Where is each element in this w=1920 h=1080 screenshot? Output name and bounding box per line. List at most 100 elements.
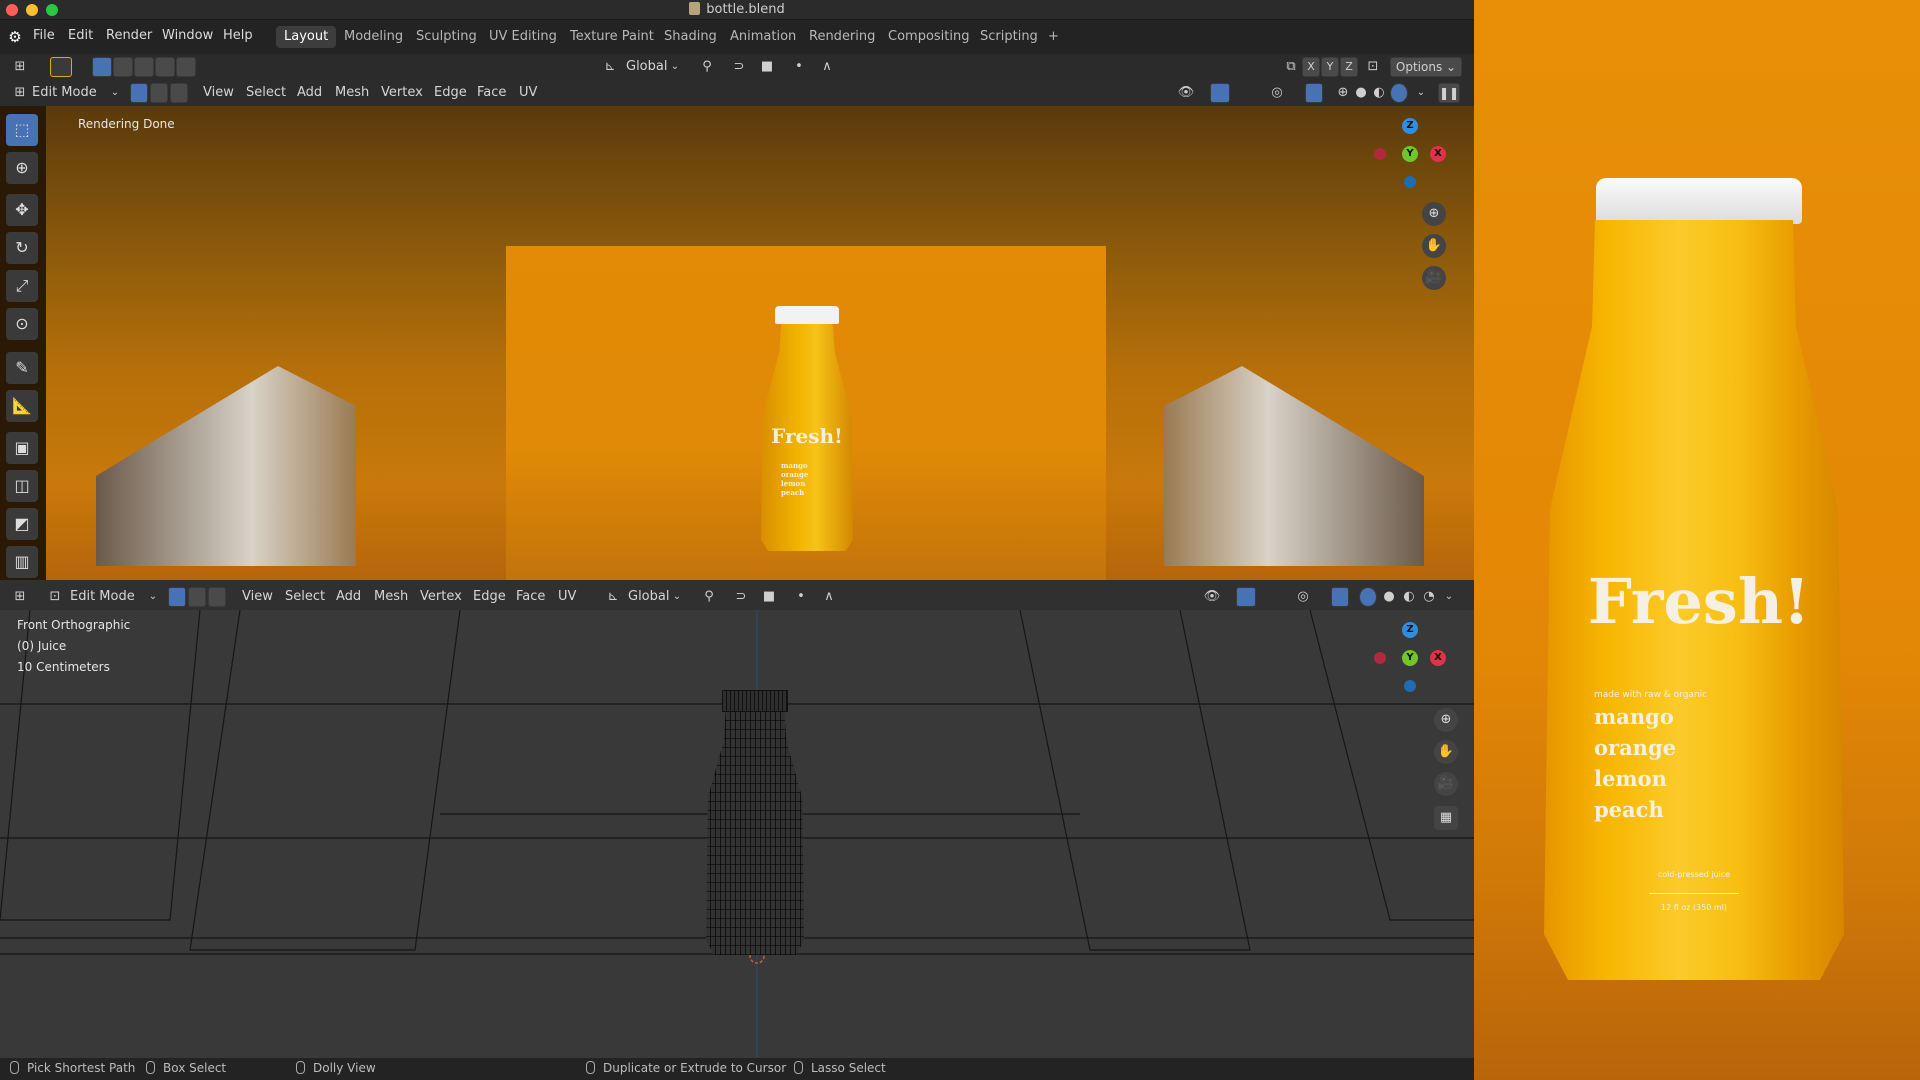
shading-solid-icon[interactable]: ● (1380, 587, 1398, 607)
auto-merge-icon[interactable]: ⊡ (1364, 57, 1382, 77)
gizmo-x-axis[interactable]: X (1430, 146, 1446, 162)
select-mode-subtract-icon[interactable] (134, 57, 154, 77)
gizmo-y-axis[interactable]: Y (1402, 650, 1418, 666)
select-mode-difference-icon[interactable] (155, 57, 175, 77)
chevron-down-icon[interactable]: ⌄ (668, 57, 682, 77)
editor-type-icon[interactable]: ⊞ (8, 57, 32, 77)
mirror-icon[interactable]: ⧉ (1283, 57, 1299, 77)
shading-rendered-icon[interactable] (1390, 83, 1408, 103)
viewport1-menu-uv[interactable]: UV (519, 85, 537, 100)
gizmo-toggle-icon[interactable] (1236, 587, 1256, 607)
camera-view-icon[interactable]: 🎥 (1422, 266, 1446, 290)
viewport2-menu-view[interactable]: View (242, 589, 273, 604)
menu-render[interactable]: Render (106, 28, 152, 43)
tab-uv-editing[interactable]: UV Editing (481, 26, 565, 48)
rotate-tool-icon[interactable]: ↻ (6, 232, 38, 264)
tab-animation[interactable]: Animation (722, 26, 804, 48)
viewport1-menu-mesh[interactable]: Mesh (335, 85, 369, 100)
viewport2-menu-edge[interactable]: Edge (473, 589, 506, 604)
options-dropdown[interactable]: Options ⌄ (1390, 57, 1462, 77)
transform-orientation-select[interactable]: Global (626, 59, 667, 74)
rendered-viewport[interactable]: Fresh! mango orange lemon peach Z Y X ⊕ … (46, 106, 1474, 580)
face-select-mode-icon[interactable] (170, 83, 188, 103)
xray-toggle-icon[interactable] (1305, 83, 1323, 103)
tab-texture-paint[interactable]: Texture Paint (562, 26, 662, 48)
select-mode-extend-icon[interactable] (113, 57, 133, 77)
gizmo-neg-z[interactable] (1404, 680, 1416, 692)
proportional-editing-icon[interactable]: • (792, 587, 810, 607)
pan-hand-icon[interactable]: ✋ (1434, 740, 1458, 764)
select-box-tool-icon[interactable]: ⬚ (6, 114, 38, 146)
chevron-down-icon[interactable]: ⌄ (146, 587, 160, 607)
measure-tool-icon[interactable]: 📐 (6, 390, 38, 422)
wireframe-viewport[interactable]: Front Orthographic (0) Juice 10 Centimet… (0, 610, 1474, 1058)
move-tool-icon[interactable]: ✥ (6, 194, 38, 226)
tab-scripting[interactable]: Scripting (972, 26, 1046, 48)
grid-view-icon[interactable]: ▦ (1434, 806, 1458, 830)
tab-sculpting[interactable]: Sculpting (408, 26, 485, 48)
gizmo-z-axis[interactable]: Z (1402, 622, 1418, 638)
mirror-y-toggle[interactable]: Y (1321, 57, 1339, 77)
viewport2-menu-add[interactable]: Add (336, 589, 361, 604)
viewport1-menu-edge[interactable]: Edge (434, 85, 467, 100)
shading-material-icon[interactable]: ◐ (1400, 587, 1418, 607)
menu-window[interactable]: Window (162, 28, 213, 43)
zoom-icon[interactable]: ⊕ (1422, 202, 1446, 226)
snap-target-icon[interactable]: ■ (752, 57, 782, 77)
editor-type-icon[interactable]: ⊞ (8, 587, 32, 607)
shading-solid-icon[interactable]: ● (1352, 83, 1370, 103)
viewport2-menu-face[interactable]: Face (516, 589, 545, 604)
viewport1-menu-view[interactable]: View (203, 85, 234, 100)
proportional-editing-icon[interactable]: • (790, 57, 808, 77)
vertex-select-mode-icon[interactable] (168, 587, 186, 607)
viewport1-menu-add[interactable]: Add (297, 85, 322, 100)
tab-layout[interactable]: Layout (276, 26, 337, 48)
scale-tool-icon[interactable]: ⤢ (6, 270, 38, 302)
gizmo-z-axis[interactable]: Z (1402, 118, 1418, 134)
tab-compositing[interactable]: Compositing (880, 26, 978, 48)
select-mode-new-icon[interactable] (92, 57, 112, 77)
menu-edit[interactable]: Edit (68, 28, 93, 43)
overlays-icon[interactable]: ◎ (1262, 83, 1292, 103)
edge-select-mode-icon[interactable] (188, 587, 206, 607)
chevron-down-icon[interactable]: ⌄ (670, 587, 684, 607)
add-workspace-icon[interactable]: + (1040, 26, 1067, 48)
bevel-tool-icon[interactable]: ◩ (6, 508, 38, 540)
tab-modeling[interactable]: Modeling (336, 26, 411, 48)
pan-hand-icon[interactable]: ✋ (1422, 234, 1446, 258)
zoom-icon[interactable]: ⊕ (1434, 708, 1458, 732)
shading-rendered-icon[interactable]: ◔ (1420, 587, 1438, 607)
shading-wireframe-icon[interactable] (1359, 587, 1377, 607)
annotate-tool-icon[interactable]: ✎ (6, 352, 38, 384)
select-tool-icon[interactable] (50, 57, 72, 77)
gizmo-y-axis[interactable]: Y (1402, 146, 1418, 162)
chevron-down-icon[interactable]: ⌄ (1414, 83, 1428, 103)
gizmo-neg-x[interactable] (1374, 652, 1386, 664)
visibility-icon[interactable]: 👁 (1198, 587, 1226, 607)
bottle-wireframe[interactable] (700, 690, 810, 955)
falloff-icon[interactable]: ∧ (814, 587, 844, 607)
falloff-icon[interactable]: ∧ (812, 57, 842, 77)
extrude-tool-icon[interactable]: ▣ (6, 432, 38, 464)
tab-shading[interactable]: Shading (656, 26, 725, 48)
viewport2-menu-select[interactable]: Select (285, 589, 325, 604)
shading-wireframe-icon[interactable]: ⊕ (1334, 83, 1352, 103)
mode-select[interactable]: Edit Mode (32, 85, 97, 100)
visibility-icon[interactable]: 👁 (1172, 83, 1200, 103)
mirror-x-toggle[interactable]: X (1302, 57, 1320, 77)
shading-material-icon[interactable]: ◐ (1370, 83, 1388, 103)
snap-icon[interactable]: ⊃ (730, 57, 748, 77)
select-mode-intersect-icon[interactable] (176, 57, 196, 77)
snap-target-icon[interactable]: ■ (754, 587, 784, 607)
pivot-point-icon[interactable]: ⚲ (694, 587, 724, 607)
gizmo-toggle-icon[interactable] (1210, 83, 1230, 103)
transform-orientation-select[interactable]: Global (628, 589, 669, 604)
gizmo-neg-z[interactable] (1404, 176, 1416, 188)
viewport2-menu-uv[interactable]: UV (558, 589, 576, 604)
chevron-down-icon[interactable]: ⌄ (108, 83, 122, 103)
navigation-gizmo[interactable]: Z Y X (1366, 116, 1446, 196)
overlays-icon[interactable]: ◎ (1288, 587, 1318, 607)
viewport1-menu-vertex[interactable]: Vertex (381, 85, 423, 100)
editor-type-icon[interactable]: ⊞ (8, 83, 32, 103)
viewport1-menu-select[interactable]: Select (246, 85, 286, 100)
